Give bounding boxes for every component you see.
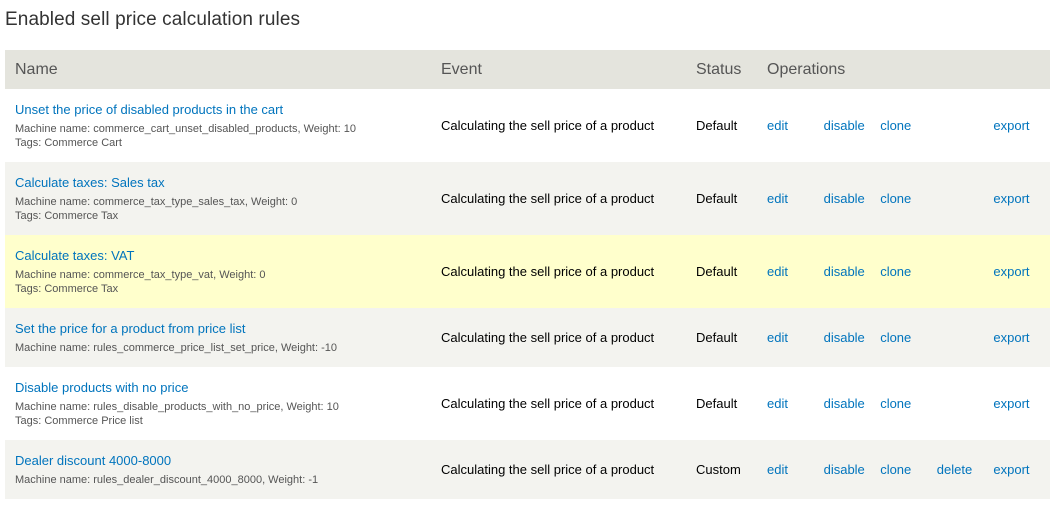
tags-text: Tags: Commerce Cart [15,136,122,149]
edit-link[interactable]: edit [767,396,788,411]
clone-link[interactable]: clone [880,330,911,345]
edit-link[interactable]: edit [767,118,788,133]
event-text: Calculating the sell price of a product [441,118,655,133]
export-link[interactable]: export [993,118,1029,133]
event-text: Calculating the sell price of a product [441,264,655,279]
clone-link[interactable]: clone [880,118,911,133]
edit-link[interactable]: edit [767,330,788,345]
status-text: Custom [696,462,741,477]
rule-name-link[interactable]: Set the price for a product from price l… [15,321,441,336]
tags-text: Tags: Commerce Tax [15,209,119,222]
table-row: Dealer discount 4000-8000 Machine name: … [5,440,1050,499]
machine-name-text: Machine name: rules_dealer_discount_4000… [15,473,319,486]
rule-name-cell: Disable products with no price Machine n… [5,367,441,440]
event-text: Calculating the sell price of a product [441,191,655,206]
tags-text: Tags: Commerce Price list [15,414,143,427]
machine-name-text: Machine name: rules_disable_products_wit… [15,400,339,413]
edit-link[interactable]: edit [767,264,788,279]
machine-name-text: Machine name: commerce_tax_type_vat, Wei… [15,268,266,281]
table-row: Set the price for a product from price l… [5,308,1050,367]
machine-name-text: Machine name: commerce_cart_unset_disabl… [15,122,356,135]
rule-name-link[interactable]: Calculate taxes: Sales tax [15,175,441,190]
machine-name-text: Machine name: commerce_tax_type_sales_ta… [15,195,298,208]
status-text: Default [696,330,738,345]
rule-name-cell: Unset the price of disabled products in … [5,89,441,162]
export-link[interactable]: export [993,264,1029,279]
export-link[interactable]: export [993,330,1029,345]
rule-name-cell: Calculate taxes: VAT Machine name: comme… [5,235,441,308]
rule-name-cell: Calculate taxes: Sales tax Machine name:… [5,162,441,235]
column-header-event: Event [441,60,482,78]
rules-table: Name Event Status Operations Unset the p… [5,50,1050,499]
export-link[interactable]: export [993,396,1029,411]
rule-name-link[interactable]: Disable products with no price [15,380,441,395]
rule-name-link[interactable]: Unset the price of disabled products in … [15,102,441,117]
disable-link[interactable]: disable [824,330,865,345]
disable-link[interactable]: disable [824,118,865,133]
disable-link[interactable]: disable [824,462,865,477]
page-title: Enabled sell price calculation rules [5,9,301,30]
event-text: Calculating the sell price of a product [441,396,655,411]
clone-link[interactable]: clone [880,462,911,477]
status-text: Default [696,264,738,279]
tags-text: Tags: Commerce Tax [15,282,119,295]
table-row: Calculate taxes: VAT Machine name: comme… [5,235,1050,308]
table-row: Unset the price of disabled products in … [5,89,1050,162]
disable-link[interactable]: disable [824,396,865,411]
column-header-status: Status [696,60,742,78]
rules-page: Enabled sell price calculation rules Nam… [0,0,1063,508]
rule-name-cell: Set the price for a product from price l… [5,308,441,367]
edit-link[interactable]: edit [767,462,788,477]
edit-link[interactable]: edit [767,191,788,206]
table-row: Disable products with no price Machine n… [5,367,1050,440]
column-header-name[interactable]: Name [5,50,441,89]
table-header-row: Name Event Status Operations [5,50,1050,89]
export-link[interactable]: export [993,462,1029,477]
disable-link[interactable]: disable [824,264,865,279]
event-text: Calculating the sell price of a product [441,462,655,477]
clone-link[interactable]: clone [880,191,911,206]
rule-name-link[interactable]: Dealer discount 4000-8000 [15,453,441,468]
rule-name-link[interactable]: Calculate taxes: VAT [15,248,441,263]
clone-link[interactable]: clone [880,396,911,411]
table-row: Calculate taxes: Sales tax Machine name:… [5,162,1050,235]
machine-name-text: Machine name: rules_commerce_price_list_… [15,341,337,354]
delete-link[interactable]: delete [937,462,972,477]
rule-name-cell: Dealer discount 4000-8000 Machine name: … [5,440,441,499]
column-header-operations: Operations [767,60,846,78]
disable-link[interactable]: disable [824,191,865,206]
clone-link[interactable]: clone [880,264,911,279]
event-text: Calculating the sell price of a product [441,330,655,345]
export-link[interactable]: export [993,191,1029,206]
status-text: Default [696,191,738,206]
status-text: Default [696,396,738,411]
status-text: Default [696,118,738,133]
